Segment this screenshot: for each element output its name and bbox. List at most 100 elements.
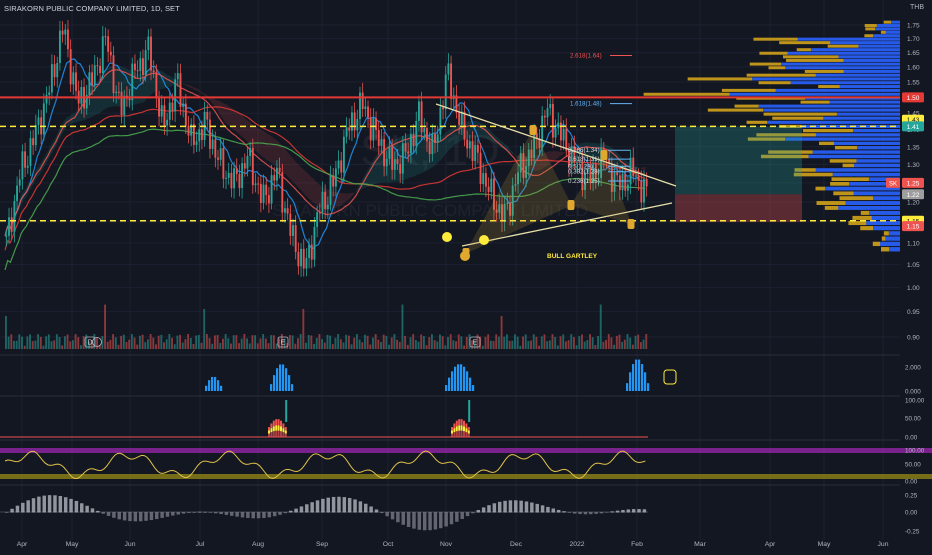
cloud-segment — [254, 125, 257, 152]
volume-bar — [350, 344, 353, 349]
panel2-bar — [453, 423, 456, 429]
volume-bar — [465, 336, 468, 349]
profile-bar-up — [832, 172, 900, 177]
volume-bar — [581, 334, 583, 349]
candle-body — [353, 112, 356, 131]
candle-body — [104, 36, 107, 38]
volume-bar — [433, 340, 436, 349]
volume-bar — [259, 338, 262, 349]
volume-bar — [262, 334, 265, 349]
profile-bar-down — [796, 48, 811, 52]
volume-bar — [313, 343, 315, 349]
profile-bar-up — [869, 210, 900, 215]
volume-bar — [184, 339, 187, 349]
panel4-hist-bar — [514, 500, 518, 513]
profile-bar-up — [823, 116, 900, 120]
candle-body — [174, 79, 177, 112]
volume-bar — [637, 334, 640, 349]
cloud-segment — [479, 121, 482, 138]
candle-body — [372, 118, 375, 141]
volume-bar — [74, 334, 77, 349]
panel4-hist-bar — [476, 509, 481, 513]
volume-bar — [77, 337, 80, 349]
volume-bar — [527, 341, 530, 349]
candle-body — [96, 65, 99, 67]
candle-body — [147, 36, 150, 51]
candle-body — [308, 244, 311, 258]
volume-bar — [385, 335, 388, 349]
volume-bar — [45, 336, 48, 349]
profile-bar-up — [888, 231, 900, 236]
volume-bar — [232, 335, 235, 349]
y-tick-label: 0.95 — [907, 309, 920, 316]
panel4-hist-bar — [5, 512, 9, 513]
panel2-bar — [270, 428, 273, 433]
volume-bar — [149, 334, 152, 349]
volume-bar — [586, 340, 589, 349]
candle-body — [50, 64, 53, 93]
candle-body — [246, 155, 249, 169]
profile-bar-up — [758, 104, 900, 108]
volume-bar — [449, 334, 452, 349]
panel1-bar — [647, 383, 650, 391]
price-chart[interactable]: SK, 1D SIRAKORN PUBLIC COMPANY LIMITED B… — [0, 0, 932, 550]
volume-bar — [401, 304, 404, 349]
candle-body — [351, 112, 353, 131]
panel1-bar — [285, 368, 288, 391]
volume-bar — [532, 334, 535, 349]
profile-bar-up — [852, 129, 900, 133]
panel4-hist-bar — [112, 512, 116, 518]
x-tick-label: Jun — [878, 541, 889, 548]
panel4-hist-bar — [321, 498, 325, 513]
volume-bar — [179, 334, 182, 349]
y-tick-label: 1.10 — [907, 240, 920, 247]
panel4-hist-bar — [90, 508, 95, 513]
candle-body — [249, 147, 252, 156]
candle-body — [345, 127, 348, 137]
profile-bar-down — [772, 116, 824, 120]
volume-bar — [122, 334, 125, 349]
event-marker-letter: D — [87, 340, 92, 347]
candle-body — [230, 172, 233, 189]
volume-bar — [42, 345, 45, 349]
profile-bar-down — [786, 58, 844, 62]
volume-bar — [230, 343, 232, 349]
volume-bar — [114, 337, 117, 349]
volume-bar — [181, 342, 184, 349]
candle-body — [337, 160, 340, 169]
candle-body — [399, 163, 402, 174]
panel1-bar — [205, 385, 208, 391]
profile-bar-down — [643, 92, 730, 96]
profile-bar-down — [830, 181, 850, 186]
volume-bar — [205, 334, 208, 349]
panel1-bar — [629, 372, 632, 391]
volume-bar — [120, 335, 123, 349]
panel1-bar — [276, 368, 279, 391]
candle-body — [297, 251, 300, 267]
volume-bar — [489, 340, 492, 349]
volume-bar — [342, 342, 345, 349]
panel2-bar — [455, 420, 458, 427]
candle-body — [75, 72, 77, 91]
candle-body — [334, 168, 337, 187]
volume-bar — [436, 341, 439, 349]
volume-bar — [275, 343, 278, 349]
panel4-hist-bar — [235, 512, 239, 517]
panel-tick-label: 50.00 — [905, 462, 921, 469]
panel1-bar — [451, 371, 454, 391]
candle-body — [318, 212, 321, 214]
candle-body — [635, 175, 637, 177]
panel4-hist-bar — [637, 509, 641, 513]
volume-bar — [104, 304, 107, 349]
candle-body — [289, 213, 292, 236]
volume-bar — [447, 337, 449, 349]
candle-body — [541, 115, 544, 148]
volume-bar — [146, 339, 149, 349]
panel4-hist-bar — [208, 512, 213, 513]
panel4-hist-bar — [578, 512, 582, 515]
volume-bar — [425, 345, 428, 349]
panel4-hist-bar — [358, 501, 363, 513]
cloud-segment — [235, 110, 239, 134]
candle-body — [123, 95, 126, 116]
candle-body — [313, 226, 316, 260]
